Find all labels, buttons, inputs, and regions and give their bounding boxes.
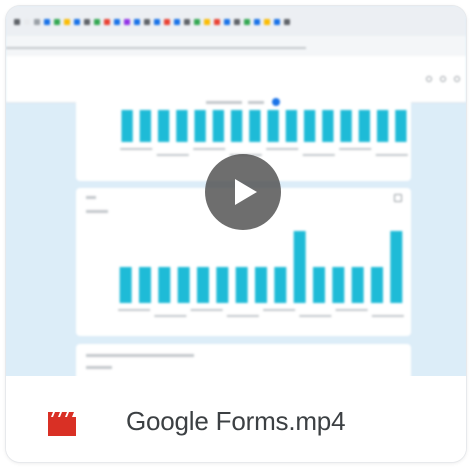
chart-bar: [194, 110, 206, 142]
x-tick-label: [120, 148, 153, 150]
x-tick-label: [263, 309, 296, 311]
x-tick-label: [193, 148, 226, 150]
x-tick-label: [302, 154, 335, 156]
x-tick-label: [299, 315, 332, 317]
chart-bar: [139, 110, 152, 142]
chart-bar: [267, 110, 279, 142]
chart-bar: [313, 267, 325, 303]
x-tick-label: [335, 309, 368, 311]
browser-toolbar: [6, 6, 466, 57]
chart-bar: [249, 110, 261, 142]
video-file-name: Google Forms.mp4: [126, 406, 346, 436]
chart-bar: [332, 267, 345, 303]
question-label: [86, 354, 194, 357]
x-tick-label: [154, 315, 187, 317]
chart-bar: [235, 267, 248, 303]
chart-bar: [340, 110, 352, 142]
chart-bar: [158, 267, 171, 303]
chart-bar: [351, 267, 364, 303]
chart-bar: [303, 110, 316, 142]
x-tick-label: [339, 148, 372, 150]
chart-bar: [230, 110, 243, 142]
chart-bar: [212, 110, 225, 142]
x-tick-label: [266, 148, 299, 150]
chart-bar: [274, 267, 287, 303]
chart-bar: [293, 231, 306, 303]
header-icon: [440, 76, 446, 82]
bookmark-icons: [14, 19, 290, 25]
video-file-icon: [48, 412, 76, 436]
chart-bar: [121, 110, 133, 142]
play-icon: [235, 179, 257, 205]
x-tick-label: [371, 315, 404, 317]
chart-bar: [139, 267, 151, 303]
chart-bar: [390, 231, 403, 303]
file-info-bar[interactable]: Google Forms.mp4: [6, 376, 466, 462]
video-preview[interactable]: [6, 6, 466, 376]
chart-bar: [157, 110, 170, 142]
x-tick-label: [226, 315, 259, 317]
video-attachment-card[interactable]: Google Forms.mp4: [6, 6, 466, 462]
chart-bar: [371, 267, 383, 303]
chart-bar: [197, 267, 209, 303]
x-tick-label: [118, 309, 151, 311]
header-icon: [454, 76, 460, 82]
chart-bar: [176, 110, 188, 142]
chart-bar: [255, 267, 267, 303]
play-button[interactable]: [205, 154, 281, 230]
chart-bar: [177, 267, 190, 303]
x-tick-label: [156, 154, 189, 156]
chart-bar: [395, 110, 407, 142]
chart-bar: [376, 110, 389, 142]
response-card-3: [76, 344, 411, 376]
chart-bar: [285, 110, 298, 142]
header-icon: [426, 76, 432, 82]
chart-bar: [216, 267, 229, 303]
chart-bar: [322, 110, 334, 142]
response-count: [86, 366, 112, 369]
address-bar-line: [6, 46, 306, 51]
x-tick-label: [375, 154, 408, 156]
chart-bar: [358, 110, 371, 142]
x-tick-label: [190, 309, 223, 311]
chart-bar: [119, 267, 132, 303]
